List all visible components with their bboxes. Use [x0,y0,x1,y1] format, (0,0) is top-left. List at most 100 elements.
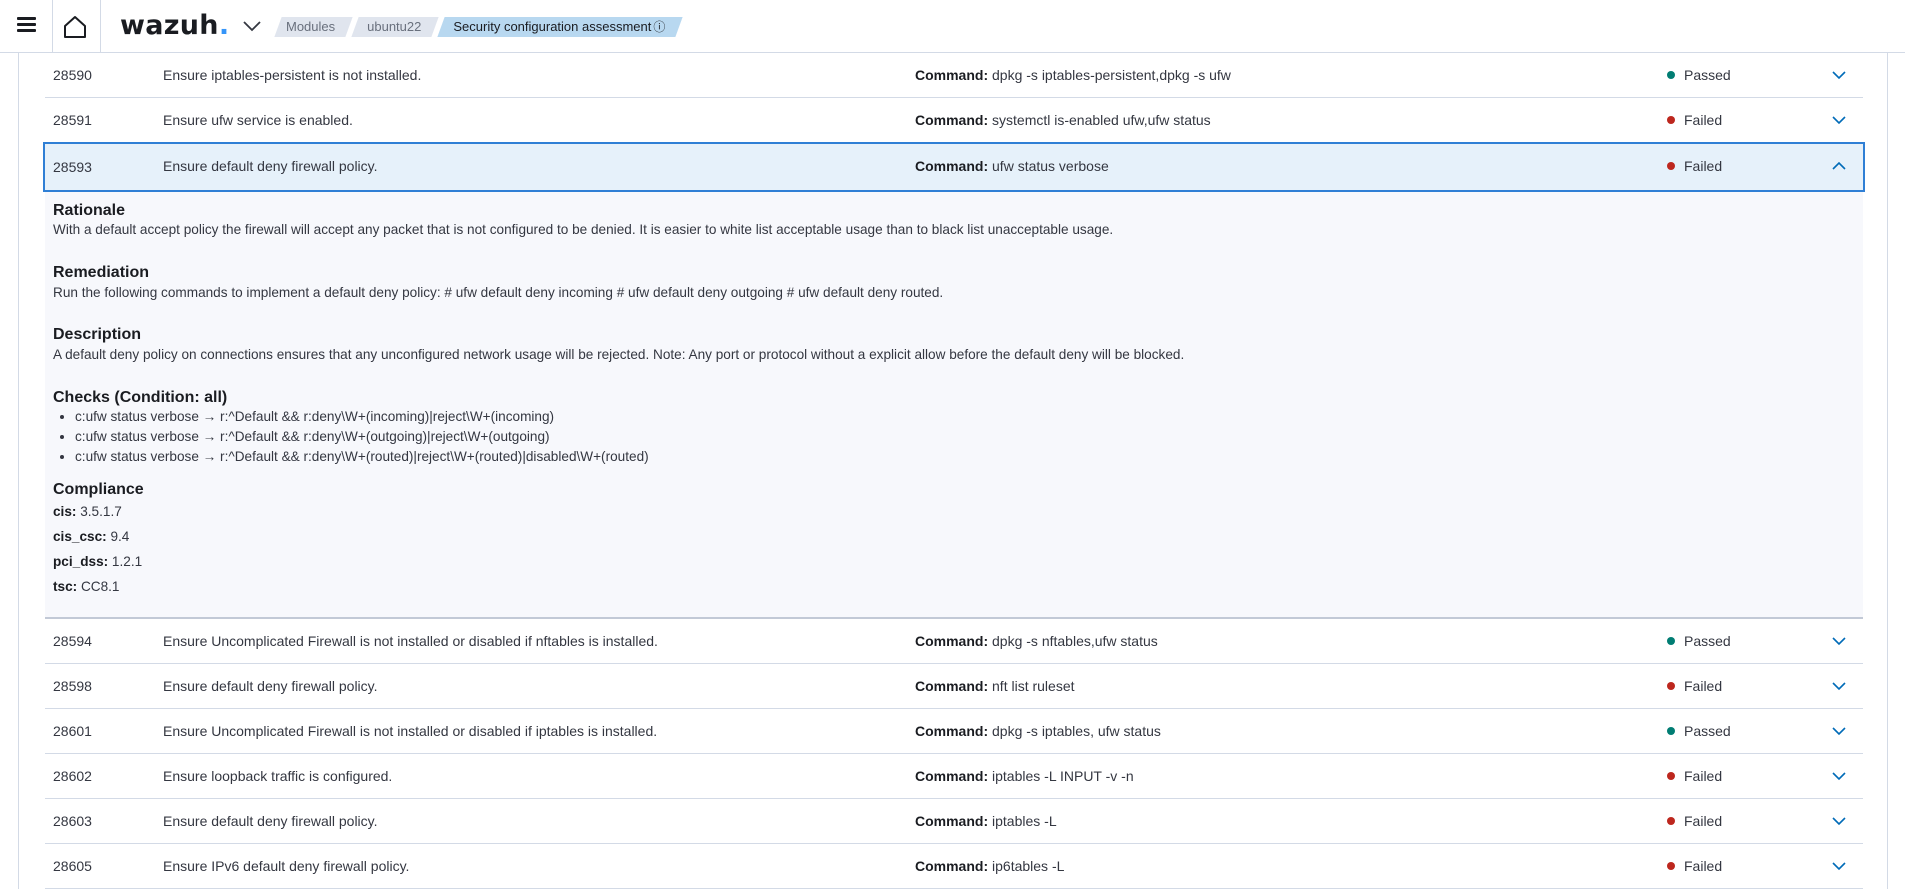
compliance-value: CC8.1 [77,579,120,594]
table-row[interactable]: 28591 Ensure ufw service is enabled. Comma… [45,98,1863,143]
check-rule: c:ufw status verbose → r:^Default && r:d… [75,407,649,427]
check-title: Ensure IPv6 default deny firewall policy… [163,858,410,874]
command-label: Command: [915,768,989,784]
compliance-key: tsc: [53,579,78,594]
status-dot-icon [1667,817,1675,825]
status-badge: Passed [1667,67,1731,83]
info-icon[interactable]: ⓘ [653,20,665,34]
remediation-text: Run the following commands to implement … [53,285,944,300]
status-badge: Failed [1667,678,1722,694]
status-badge: Failed [1667,158,1722,174]
chevron-down-icon[interactable] [1831,769,1847,783]
compliance-value: 3.5.1.7 [76,504,122,519]
command-value: systemctl is-enabled ufw,ufw status [988,112,1211,128]
breadcrumb-modules[interactable]: Modules [274,17,349,37]
chevron-up-icon[interactable] [1831,159,1847,173]
checks-heading: Checks (Condition: all) [53,389,228,406]
status-label: Failed [1684,858,1723,874]
table-row[interactable]: 28603 Ensure default deny firewall policy… [45,799,1863,844]
check-title: Ensure default deny firewall policy. [163,678,378,694]
check-title: Ensure loopback traffic is configured. [163,768,393,784]
status-badge: Passed [1667,633,1731,649]
compliance-value: 1.2.1 [108,554,143,569]
check-title: Ensure Uncomplicated Firewall is not ins… [163,633,658,649]
command-value: iptables -L INPUT -v -n [988,768,1134,784]
table-row[interactable]: 28594 Ensure Uncomplicated Firewall is no… [45,619,1863,664]
status-label: Failed [1684,112,1723,128]
status-badge: Passed [1667,723,1731,739]
table-row[interactable]: 28605 Ensure IPv6 default deny firewall p… [45,844,1863,889]
status-label: Failed [1684,768,1723,784]
status-badge: Failed [1667,858,1722,874]
rationale-heading: Rationale [53,202,126,219]
table-row[interactable]: 28601 Ensure Uncomplicated Firewall is no… [45,709,1863,754]
divider [52,0,53,53]
command-value: ip6tables -L [988,858,1065,874]
command-label: Command: [915,67,989,83]
compliance-item: cis_csc: 9.4 [53,529,129,544]
chevron-down-icon[interactable] [1831,724,1847,738]
check-title: Ensure ufw service is enabled. [163,112,353,128]
table-row[interactable]: 28590 Ensure iptables-persistent is not i… [45,53,1863,98]
table-row[interactable]: 28598 Ensure default deny firewall policy… [45,664,1863,709]
check-id: 28601 [53,723,92,739]
check-command: Command: iptables -L [915,813,1057,829]
compliance-key: pci_dss: [53,554,109,569]
sca-checks-panel: 28590 Ensure iptables-persistent is not i… [18,53,1888,889]
breadcrumb-agent[interactable]: ubuntu22 [355,17,435,37]
check-details: Rationale With a default accept policy th… [45,192,1863,619]
chevron-down-icon[interactable] [1831,634,1847,648]
compliance-heading: Compliance [53,481,144,498]
command-label: Command: [915,158,989,174]
wazuh-logo[interactable]: wazuh. [120,10,229,41]
checks-list: c:ufw status verbose → r:^Default && r:d… [75,407,649,467]
status-badge: Failed [1667,112,1722,128]
check-id: 28598 [53,678,92,694]
chevron-down-icon[interactable] [242,19,262,33]
checks-table: 28590 Ensure iptables-persistent is not i… [43,53,1865,889]
status-label: Passed [1684,633,1731,649]
command-label: Command: [915,112,989,128]
breadcrumb: Modules ubuntu22 Security configuration … [274,17,685,37]
compliance-item: cis: 3.5.1.7 [53,504,122,519]
command-value: nft list ruleset [988,678,1075,694]
chevron-down-icon[interactable] [1831,859,1847,873]
status-dot-icon [1667,162,1675,170]
status-label: Passed [1684,723,1731,739]
compliance-value: 9.4 [106,529,130,544]
status-dot-icon [1667,862,1675,870]
command-label: Command: [915,858,989,874]
chevron-down-icon[interactable] [1831,113,1847,127]
status-dot-icon [1667,682,1675,690]
home-icon[interactable] [62,14,88,40]
status-dot-icon [1667,727,1675,735]
check-command: Command: dpkg -s nftables,ufw status [915,633,1158,649]
check-title: Ensure iptables-persistent is not instal… [163,67,422,83]
check-id: 28593 [53,159,92,175]
table-row[interactable]: 28593 Ensure default deny firewall policy… [43,142,1865,192]
description-heading: Description [53,326,142,343]
command-label: Command: [915,678,989,694]
status-dot-icon [1667,71,1675,79]
status-label: Failed [1684,678,1723,694]
menu-icon[interactable] [17,17,36,32]
top-header: wazuh. Modules ubuntu22 Security configu… [0,0,1905,53]
chevron-down-icon[interactable] [1831,679,1847,693]
chevron-down-icon[interactable] [1831,68,1847,82]
chevron-down-icon[interactable] [1831,814,1847,828]
check-rule: c:ufw status verbose → r:^Default && r:d… [75,447,649,467]
command-value: ufw status verbose [988,158,1109,174]
description-text: A default deny policy on connections ens… [53,347,1185,362]
table-row[interactable]: 28602 Ensure loopback traffic is configur… [45,754,1863,799]
check-rule: c:ufw status verbose → r:^Default && r:d… [75,427,649,447]
check-command: Command: dpkg -s iptables, ufw status [915,723,1161,739]
command-value: dpkg -s nftables,ufw status [988,633,1158,649]
check-id: 28590 [53,67,92,83]
status-label: Failed [1684,813,1723,829]
command-label: Command: [915,633,989,649]
check-title: Ensure default deny firewall policy. [163,158,378,174]
status-label: Passed [1684,67,1731,83]
check-id: 28605 [53,858,92,874]
check-command: Command: systemctl is-enabled ufw,ufw st… [915,112,1211,128]
command-label: Command: [915,813,989,829]
